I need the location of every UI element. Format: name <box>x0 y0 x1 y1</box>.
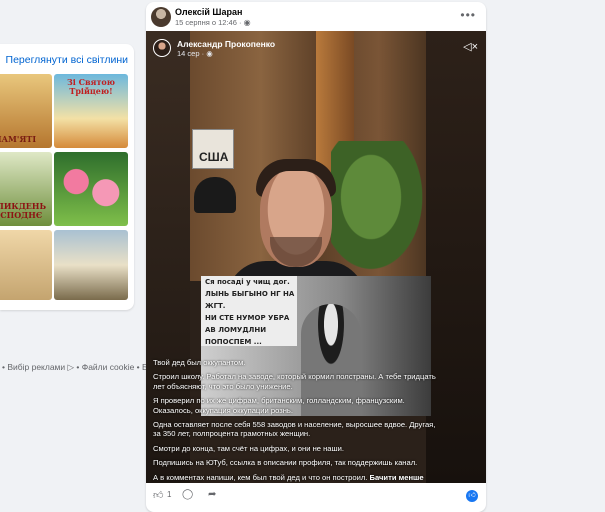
caption-line: Одна оставляет после себя 558 заводов и … <box>153 420 436 439</box>
board-line: Ся посаді у чищ дог. <box>205 278 290 286</box>
video-meta-text: 14 сер · <box>177 49 207 58</box>
thumb-caption: ПАМ'ЯТІ <box>0 134 37 145</box>
shared-video[interactable]: США Ся посаді у чищ дог. ЛЫНЬ БЫГЫНО НГ … <box>146 31 486 483</box>
photo-thumb-1[interactable]: ПАМ'ЯТІ <box>0 74 52 148</box>
see-all-photos-link[interactable]: Переглянути всі світлини <box>6 54 128 66</box>
caption-line: Твой дед был оккупантом. <box>153 358 246 367</box>
caption-line: Смотри до конца, там счёт на цифрах, и о… <box>153 443 344 453</box>
globe-icon: ◉ <box>243 18 251 27</box>
post-date-text: 15 серпня о 12:46 · <box>175 18 244 27</box>
author-avatar[interactable] <box>151 7 171 27</box>
photo-thumb-4[interactable] <box>54 152 128 226</box>
see-less-link[interactable]: Бачити менше <box>370 473 424 482</box>
board-line: АВ ЛОМУДЛНИ ПОПОСПЕМ ... <box>205 326 267 346</box>
caption-text: А в комментах напиши, кем был твой дед и… <box>153 472 368 482</box>
like-reaction-icon[interactable]: 👍︎ <box>466 490 478 502</box>
photo-thumb-2[interactable]: Зі Святою Трійцею! <box>54 74 128 148</box>
post-date[interactable]: 15 серпня о 12:46 · ◉ <box>175 18 251 27</box>
video-sign: США <box>192 129 234 169</box>
share-icon[interactable]: ➦ <box>208 489 216 500</box>
photo-thumb-3[interactable]: ВЕЛИКДЕНЬ ГОСПОДНЄ <box>0 152 52 226</box>
globe-icon: ◉ <box>206 49 213 58</box>
post-author[interactable]: Олексій Шаран <box>175 7 242 17</box>
video-meta: 14 сер · ◉ <box>177 49 213 58</box>
mute-icon[interactable]: ◁× <box>463 40 478 53</box>
photo-thumb-6[interactable] <box>54 230 128 300</box>
action-bar: 👍︎ 1 ◯ ➦ 👍︎ <box>146 485 486 507</box>
photos-card: Переглянути всі світлини ПАМ'ЯТІ Зі Свят… <box>0 44 170 372</box>
board-line: ЛЫНЬ БЫГЫНО НГ НА ЖГТ. <box>205 290 295 310</box>
caption-line: Строил школу. Работал на заводе, который… <box>153 372 436 391</box>
photo-thumb-5[interactable] <box>0 230 52 300</box>
caption-line-last: А в комментах напиши, кем был твой дед и… <box>153 473 443 482</box>
caption-line: Подпишись на ЮТуб, ссылка в описании про… <box>153 458 418 468</box>
like-count[interactable]: 1 <box>167 490 171 499</box>
thumb-caption: Зі Святою Трійцею! <box>67 77 115 96</box>
video-caption: Твой дед был оккупантом. Строил школу. Р… <box>153 358 443 483</box>
comment-icon[interactable]: ◯ <box>182 489 193 500</box>
like-icon[interactable]: 👍︎ <box>153 489 163 501</box>
sign-text: США <box>199 150 229 164</box>
photo-board: Ся посаді у чищ дог. ЛЫНЬ БЫГЫНО НГ НА Ж… <box>201 276 297 346</box>
more-horizontal-icon[interactable]: ••• <box>460 8 476 22</box>
video-hat <box>194 177 236 213</box>
caption-line: Я проверил по их же цифрам, британским, … <box>153 396 405 415</box>
thumb-caption: ВЕЛИКДЕНЬ ГОСПОДНЄ <box>0 201 47 221</box>
video-author-avatar[interactable] <box>153 39 171 57</box>
video-author[interactable]: Александр Прокопенко <box>177 39 275 49</box>
post-card: Олексій Шаран 15 серпня о 12:46 · ◉ ••• … <box>146 2 486 512</box>
board-line: НИ СТЕ НУМОР УБРА <box>205 314 290 322</box>
